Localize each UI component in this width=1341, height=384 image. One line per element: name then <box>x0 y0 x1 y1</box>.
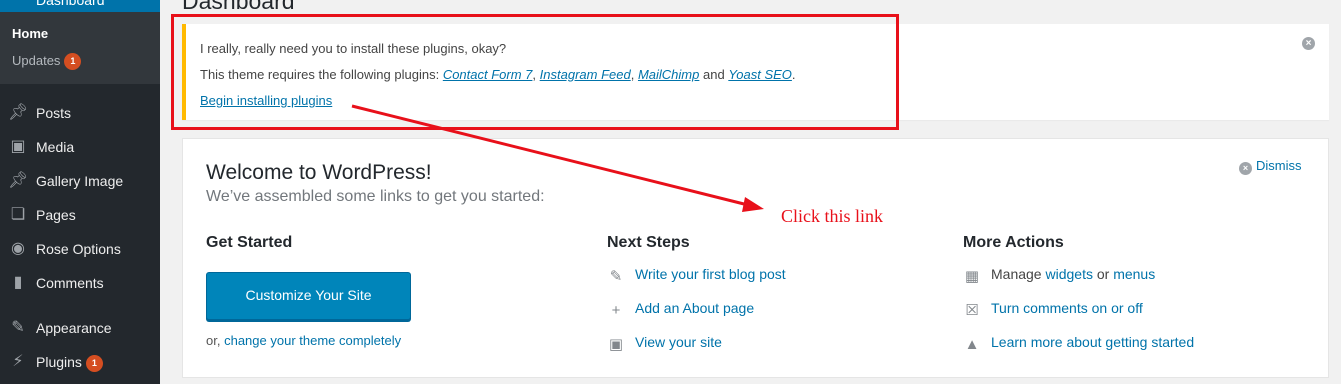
sidebar-item-label: Gallery Image <box>36 173 124 189</box>
next-step-write-post[interactable]: ✎ Write your first blog post <box>607 266 786 285</box>
sidebar-item-label: Plugins 1 <box>36 354 103 372</box>
annotation-text: Click this link <box>781 206 884 226</box>
close-icon: × <box>1239 162 1252 175</box>
next-step-label: Add an About page <box>635 300 755 316</box>
more-action-label: Learn more about getting started <box>991 334 1195 350</box>
sidebar-item-label: Media <box>36 139 75 155</box>
welcome-subtitle: We’ve assembled some links to get you st… <box>206 188 545 205</box>
sidebar-item-comments[interactable]: ▮ Comments <box>0 266 160 300</box>
sidebar-item-media[interactable]: ▣ Media <box>0 130 160 164</box>
sidebar-item-label: Appearance <box>36 320 112 336</box>
submenu-item-updates[interactable]: Updates 1 <box>12 53 82 71</box>
sidebar-item-label: Pages <box>36 207 76 223</box>
submenu-item-label: Updates <box>12 53 61 68</box>
options-icon: ◉ <box>11 240 25 257</box>
dismiss-welcome-link[interactable]: × Dismiss <box>1239 158 1302 175</box>
next-step-view-site[interactable]: ▣ View your site <box>607 334 722 353</box>
dashboard-submenu: Home Updates 1 <box>0 12 160 84</box>
widgets-menus-icon: ▦ <box>964 268 980 285</box>
customize-site-button[interactable]: Customize Your Site <box>206 272 411 320</box>
or-text: or, <box>206 333 221 348</box>
brush-icon: ✎ <box>11 319 25 336</box>
submenu-item-home[interactable]: Home <box>12 26 48 41</box>
manage-prefix: Manage <box>991 266 1042 282</box>
more-actions-heading: More Actions <box>963 234 1064 251</box>
sidebar-item-gallery-image[interactable]: 📌︎ Gallery Image <box>0 164 160 198</box>
plugin-count-badge: 1 <box>85 354 103 372</box>
next-step-label: Write your first blog post <box>635 266 786 282</box>
welcome-title: Welcome to WordPress! <box>206 161 432 184</box>
sidebar-item-label: Comments <box>36 275 104 291</box>
next-steps-heading: Next Steps <box>607 234 690 251</box>
close-icon[interactable]: × <box>1302 37 1315 50</box>
sidebar-item-dashboard[interactable]: Dashboard <box>0 0 160 12</box>
sidebar-item-text: Plugins <box>36 354 82 370</box>
or-text: or <box>1096 266 1110 282</box>
sidebar-item-rose-options[interactable]: ◉ Rose Options <box>0 232 160 266</box>
menus-link[interactable]: menus <box>1113 266 1155 282</box>
sidebar-item-label: Posts <box>36 105 72 121</box>
sidebar-item-label: Dashboard <box>36 0 105 8</box>
welcome-panel: Welcome to WordPress! We’ve assembled so… <box>182 138 1329 378</box>
more-action-comments-toggle[interactable]: ☒ Turn comments on or off <box>963 300 1143 319</box>
next-step-label: View your site <box>635 334 722 350</box>
page-title: Dashboard <box>182 0 295 14</box>
more-action-learn-more[interactable]: ▲ Learn more about getting started <box>963 334 1195 353</box>
more-action-manage: ▦ Manage widgets or menus <box>963 266 1155 285</box>
learn-more-icon: ▲ <box>964 336 980 353</box>
plus-icon: + <box>611 302 621 319</box>
edit-page-icon: ✎ <box>609 268 623 285</box>
dismiss-label: Dismiss <box>1256 158 1302 173</box>
pages-icon: ❏ <box>10 206 26 223</box>
sidebar-item-pages[interactable]: ❏ Pages <box>0 198 160 232</box>
pushpin-icon: 📌︎ <box>8 172 29 189</box>
more-action-label: Turn comments on or off <box>991 300 1143 316</box>
sidebar-item-label: Rose Options <box>36 241 121 257</box>
widgets-link[interactable]: widgets <box>1045 266 1092 282</box>
plugin-icon: ⚡ <box>12 353 24 370</box>
view-site-icon: ▣ <box>608 336 624 353</box>
change-theme-link[interactable]: change your theme completely <box>224 333 401 348</box>
pushpin-icon: 📌︎ <box>8 104 29 121</box>
sidebar-item-appearance[interactable]: ✎ Appearance <box>0 311 160 345</box>
admin-sidebar: Dashboard Home Updates 1 📌︎ Posts ▣ Media… <box>0 0 160 384</box>
comments-off-icon: ☒ <box>965 302 979 319</box>
change-theme-line: or, change your theme completely <box>206 333 401 348</box>
media-icon: ▣ <box>10 138 26 155</box>
next-step-add-about-page[interactable]: + Add an About page <box>607 300 755 319</box>
annotation-highlight-box <box>171 14 899 130</box>
sidebar-item-posts[interactable]: 📌︎ Posts <box>0 96 160 130</box>
comment-icon: ▮ <box>13 274 23 291</box>
get-started-heading: Get Started <box>206 234 293 251</box>
sidebar-item-plugins[interactable]: ⚡ Plugins 1 <box>0 345 160 379</box>
update-count-badge: 1 <box>64 53 82 71</box>
